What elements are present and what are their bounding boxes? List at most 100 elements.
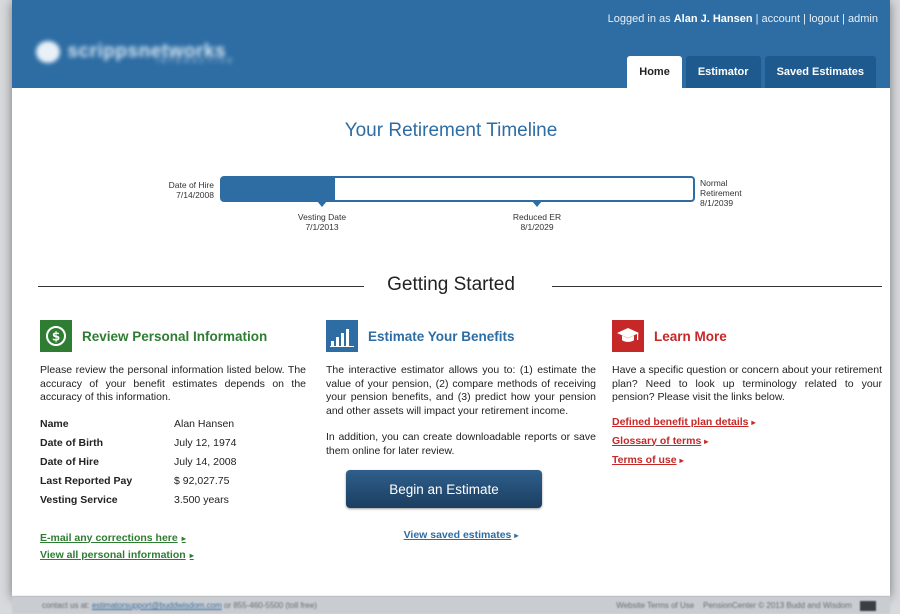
info-value: Alan Hansen [174,418,235,430]
divider-right [552,286,882,287]
info-value: July 12, 1974 [174,437,237,449]
learn-title: Learn More [654,328,727,344]
graduation-cap-icon [612,320,644,352]
email-corrections-link[interactable]: E-mail any corrections here ▸ [40,532,306,544]
timeline-start-label: Date of Hire 7/14/2008 [150,180,214,200]
user-name: Alan J. Hansen [673,13,753,25]
review-column: $ Review Personal Information Please rev… [40,318,306,561]
review-links: E-mail any corrections here ▸ View all pe… [40,532,306,561]
timeline-progress-fill [222,178,336,200]
logout-link[interactable]: logout [809,13,839,25]
admin-link[interactable]: admin [848,13,878,25]
vesting-marker [317,201,327,207]
logo-icon [36,41,60,63]
estimate-body-2: In addition, you can create downloadable… [326,431,596,457]
info-row-pay: Last Reported Pay $ 92,027.75 [40,472,306,491]
dollar-icon: $ [40,320,72,352]
reduced-er-label: Reduced ER [512,212,562,222]
estimate-body: The interactive estimator allows you to:… [326,364,596,417]
arrow-right-icon: ▸ [189,550,194,560]
copyright: PensionCenter © 2013 Budd and Wisdom [703,601,852,611]
normal-label-line1: Normal [700,178,728,188]
contact-prefix: contact us at: [42,601,90,610]
info-value: July 14, 2008 [174,456,237,468]
info-row-hire: Date of Hire July 14, 2008 [40,453,306,472]
normal-date: 8/1/2039 [700,198,734,208]
info-label: Last Reported Pay [40,475,133,487]
info-label: Date of Hire [40,456,99,468]
learn-header: Learn More [612,318,882,354]
timeline-progress-bar [220,176,695,202]
tab-saved-estimates[interactable]: Saved Estimates [764,56,876,88]
footer-right: Website Terms of Use PensionCenter © 201… [616,601,876,611]
footer: contact us at: estimatorsupport@buddwisd… [12,596,890,614]
info-row-name: Name Alan Hansen [40,415,306,434]
cta-wrap: Begin an Estimate [326,470,596,508]
review-header: $ Review Personal Information [40,318,306,354]
user-prefix: Logged in as [607,13,671,25]
arrow-right-icon: ▸ [679,455,684,465]
link-text: View saved estimates [403,529,512,541]
bar-chart-icon [326,320,358,352]
hire-date: 7/14/2008 [176,190,214,200]
svg-text:$: $ [52,330,60,344]
plan-details-link[interactable]: Defined benefit plan details ▸ [612,413,882,432]
separator: | [803,13,806,25]
brand-logo[interactable]: scrippsnetworks INTERACTIVE [36,34,232,70]
vesting-date: 7/1/2013 [305,222,339,232]
link-text: Terms of use [612,453,677,466]
vesting-label: Vesting Date [297,212,347,222]
estimate-title: Estimate Your Benefits [368,328,515,344]
arrow-right-icon: ▸ [751,417,756,427]
link-text: Defined benefit plan details [612,415,749,428]
reduced-er-marker [532,201,542,207]
info-value: 3.500 years [174,494,229,506]
support-email-link[interactable]: estimatorsupport@buddwisdom.com [92,601,222,610]
main-tabs: Home Estimator Saved Estimates [627,56,876,88]
getting-started-title: Getting Started [387,274,515,295]
info-label: Vesting Service [40,494,118,506]
info-row-dob: Date of Birth July 12, 1974 [40,434,306,453]
user-bar: Logged in as Alan J. Hansen | account | … [608,13,878,25]
info-label: Date of Birth [40,437,103,449]
footer-contact: contact us at: estimatorsupport@buddwisd… [42,601,317,610]
link-text: E-mail any corrections here [40,531,178,544]
separator: | [755,13,759,25]
estimate-header: Estimate Your Benefits [326,318,596,354]
website-terms-link[interactable]: Website Terms of Use [616,601,694,610]
arrow-right-icon: ▸ [514,531,519,540]
review-body: Please review the personal information l… [40,364,306,403]
saved-link-wrap: View saved estimates ▸ [326,525,596,543]
learn-body: Have a specific question or concern abou… [612,364,882,403]
terms-link[interactable]: Terms of use ▸ [612,451,882,470]
tab-home[interactable]: Home [627,56,682,88]
estimate-column: Estimate Your Benefits The interactive e… [326,318,596,543]
arrow-right-icon: ▸ [181,533,186,543]
separator: | [842,13,845,25]
arrow-right-icon: ▸ [704,436,709,446]
glossary-link[interactable]: Glossary of terms ▸ [612,432,882,451]
timeline-end-label: Normal Retirement 8/1/2039 [700,178,780,208]
info-label: Name [40,418,69,430]
account-link[interactable]: account [762,13,801,25]
info-value: $ 92,027.75 [174,475,230,487]
info-row-vesting: Vesting Service 3.500 years [40,491,306,510]
vesting-label-group: Vesting Date 7/1/2013 [282,212,362,232]
learn-links: Defined benefit plan details ▸ Glossary o… [612,413,882,470]
link-text: Glossary of terms [612,434,702,447]
learn-column: Learn More Have a specific question or c… [612,318,882,470]
view-personal-info-link[interactable]: View all personal information ▸ [40,549,306,561]
header: scrippsnetworks INTERACTIVE Logged in as… [12,0,890,88]
reduced-er-date: 8/1/2029 [520,222,554,232]
company-badge-icon [860,601,876,611]
review-title: Review Personal Information [82,328,268,344]
link-text: View all personal information [40,548,186,561]
support-phone: or 855-460-5500 (toll free) [224,601,317,610]
hire-label: Date of Hire [168,180,214,190]
app-frame: scrippsnetworks INTERACTIVE Logged in as… [12,0,890,596]
view-saved-estimates-link[interactable]: View saved estimates ▸ [404,529,519,541]
begin-estimate-button[interactable]: Begin an Estimate [346,470,542,508]
personal-info-table: Name Alan Hansen Date of Birth July 12, … [40,415,306,510]
tab-estimator[interactable]: Estimator [685,56,761,88]
brand-subtitle: INTERACTIVE [156,58,236,65]
